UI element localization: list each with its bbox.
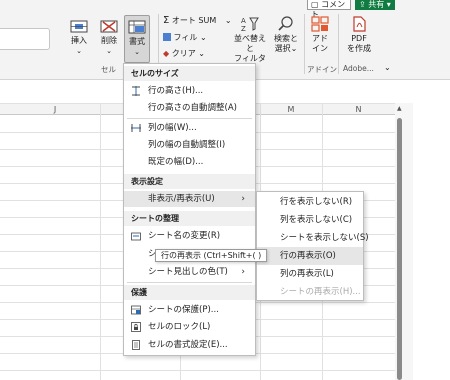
ribbon-left-fragment	[0, 28, 50, 50]
menu-section-header: 表示設定	[124, 174, 255, 189]
chevron-right-icon: ›	[241, 267, 245, 277]
delete-cells-icon	[100, 20, 118, 33]
group-divider	[304, 14, 305, 74]
chevron-down-icon: ⌄	[106, 47, 112, 55]
format-button[interactable]: 書式 ⌄	[124, 15, 150, 63]
chevron-down-icon: ▾	[384, 0, 391, 9]
addins-group-label: アドイン	[307, 65, 337, 74]
submenu-item-unhide-sheet: シートの再表示(H)...	[280, 287, 361, 297]
fill-button[interactable]: フィル ⌄	[163, 33, 207, 43]
chevron-down-icon: ⌄	[224, 16, 232, 25]
delete-button[interactable]: 削除 ⌄	[96, 18, 122, 56]
menu-item-autofit-column-width[interactable]: 列の幅の自動調整(I)	[124, 137, 255, 153]
addins-icon	[311, 16, 329, 32]
menu-item-lock-cell[interactable]: セルのロック(L)	[124, 319, 255, 335]
format-cells-icon	[132, 340, 140, 350]
share-icon: ⇪	[359, 0, 366, 9]
grid-column-line	[100, 103, 101, 380]
column-header-J[interactable]: J	[10, 104, 100, 116]
vertical-scrollbar-thumb[interactable]	[397, 118, 402, 380]
column-width-icon	[131, 124, 141, 132]
autosum-button[interactable]: Σ オート SUM ⌄	[163, 16, 232, 26]
chevron-down-icon: ⌄	[76, 47, 82, 55]
menu-item-protect-sheet[interactable]: シートの保護(P)...	[124, 302, 255, 318]
comment-button[interactable]: ▢ コメント	[307, 0, 351, 19]
submenu-item-unhide-columns[interactable]: 列の再表示(L)	[257, 265, 363, 283]
tooltip: 行の再表示 (Ctrl+Shift+( )	[155, 249, 268, 262]
insert-button[interactable]: 挿入 ⌄	[66, 18, 92, 56]
menu-item-row-height[interactable]: 行の高さ(H)...	[124, 83, 255, 99]
menu-item-hide-unhide[interactable]: 非表示/再表示(U) ›	[124, 191, 255, 207]
share-button[interactable]: ⇪ 共有 ▾	[355, 0, 395, 10]
column-header-N[interactable]: N	[322, 104, 395, 116]
create-pdf-button[interactable]: PDF を作成	[342, 16, 376, 54]
group-divider	[338, 14, 339, 74]
menu-separator	[127, 118, 252, 119]
fill-icon	[163, 33, 171, 41]
menu-item-column-width[interactable]: 列の幅(W)...	[124, 120, 255, 136]
submenu-item-hide-columns[interactable]: 列を表示しない(C)	[257, 211, 363, 229]
menu-item-tab-color[interactable]: シート見出しの色(T) ›	[124, 264, 255, 280]
clear-button[interactable]: ◆ クリア ⌄	[163, 49, 205, 59]
submenu-item-hide-rows[interactable]: 行を表示しない(R)	[257, 193, 363, 211]
lock-icon	[131, 322, 141, 332]
menu-item-default-width[interactable]: 既定の幅(D)...	[124, 154, 255, 170]
collapse-ribbon-button[interactable]: ⌄	[384, 63, 391, 72]
cells-group-label: セル	[101, 65, 116, 74]
sigma-icon: Σ	[163, 15, 170, 26]
menu-section-header: シートの整理	[124, 211, 255, 226]
hide-unhide-submenu: 行を表示しない(R) 列を表示しない(C) シートを表示しない(S) 行の再表示…	[256, 191, 369, 301]
menu-section-header: セルのサイズ	[124, 66, 255, 81]
menu-item-format-cells[interactable]: セルの書式設定(E)...	[124, 337, 255, 353]
menu-item-autofit-row-height[interactable]: 行の高さの自動調整(A)	[124, 100, 255, 116]
menu-item-rename-sheet[interactable]: シート名の変更(R)	[124, 228, 255, 244]
column-header-M[interactable]: M	[260, 104, 322, 116]
format-dropdown-menu: セルのサイズ 行の高さ(H)... 行の高さの自動調整(A) 列の幅(W)...…	[123, 63, 256, 356]
find-select-button[interactable]: 検索と 選択⌄	[272, 16, 300, 54]
chevron-down-icon: ⌄	[290, 44, 298, 53]
chevron-down-icon: ⌄	[134, 48, 140, 56]
format-cells-icon	[128, 20, 146, 34]
chevron-down-icon: ⌄	[199, 33, 207, 42]
menu-separator	[127, 282, 252, 283]
search-icon	[278, 16, 293, 31]
scroll-up-arrow[interactable]: ▲	[397, 105, 402, 112]
adobe-group-label: Adobe...	[343, 64, 374, 73]
grid-row-line	[0, 370, 395, 371]
menu-section-header: 保護	[124, 285, 255, 300]
insert-cells-icon	[70, 20, 88, 33]
submenu-item-hide-sheet[interactable]: シートを表示しない(S)	[257, 229, 369, 247]
chevron-right-icon: ›	[241, 194, 245, 204]
eraser-icon: ◆	[163, 49, 170, 58]
svg-text:Z: Z	[241, 25, 246, 32]
pdf-icon	[353, 16, 366, 32]
submenu-item-unhide-rows[interactable]: 行の再表示(O)	[257, 247, 363, 265]
row-height-icon	[132, 86, 140, 96]
chevron-down-icon: ⌄	[198, 49, 205, 58]
protect-sheet-icon	[131, 305, 141, 315]
rename-sheet-icon	[131, 232, 141, 241]
addins-button[interactable]: アド イン	[306, 16, 334, 54]
comment-icon: ▢	[311, 0, 319, 9]
sort-filter-icon: A Z	[241, 17, 259, 32]
svg-text:A: A	[241, 17, 246, 25]
